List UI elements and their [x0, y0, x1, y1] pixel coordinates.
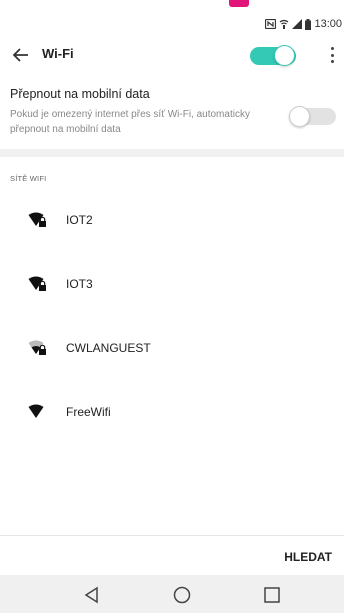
network-name: IOT2 [66, 213, 93, 227]
status-bar: 13:00 [0, 14, 344, 34]
more-options-icon[interactable] [327, 45, 337, 65]
status-time: 13:00 [314, 18, 342, 30]
networks-section-header: SÍTĚ WIFI [10, 174, 47, 183]
section-divider [0, 149, 344, 157]
mobile-data-title: Přepnout na mobilní data [10, 87, 150, 101]
app-bar: Wi-Fi [0, 34, 344, 76]
network-name: FreeWifi [66, 405, 111, 419]
network-item[interactable]: IOT2 [0, 190, 344, 252]
home-circle-icon[interactable] [172, 585, 192, 605]
back-arrow-icon[interactable] [10, 44, 32, 66]
network-item[interactable]: IOT3 [0, 254, 344, 316]
mobile-data-description: Pokud je omezený internet přes síť Wi-Fi… [10, 109, 250, 135]
recent-apps-square-icon[interactable] [262, 585, 282, 605]
network-item[interactable]: FreeWifi [0, 382, 344, 444]
footer-divider [0, 535, 344, 536]
search-button[interactable]: HLEDAT [284, 550, 332, 564]
signal-icon [292, 19, 303, 29]
network-name: CWLANGUEST [66, 341, 151, 355]
wifi-toggle[interactable] [250, 45, 296, 66]
battery-icon [305, 18, 312, 30]
back-triangle-icon[interactable] [82, 585, 102, 605]
wifi-locked-icon [28, 276, 46, 291]
wifi-locked-weak-icon [28, 340, 46, 355]
mobile-data-toggle[interactable] [289, 106, 336, 127]
wifi-calling-icon [280, 19, 289, 29]
network-name: IOT3 [66, 277, 93, 291]
wifi-locked-icon [28, 212, 46, 227]
wifi-icon [28, 404, 44, 418]
mobile-data-setting[interactable]: Přepnout na mobilní data Pokud je omezen… [0, 80, 344, 146]
nfc-icon [265, 19, 277, 29]
navigation-bar [0, 575, 344, 613]
page-title: Wi-Fi [42, 46, 74, 61]
brand-tab [229, 0, 249, 7]
network-item[interactable]: CWLANGUEST [0, 318, 344, 380]
